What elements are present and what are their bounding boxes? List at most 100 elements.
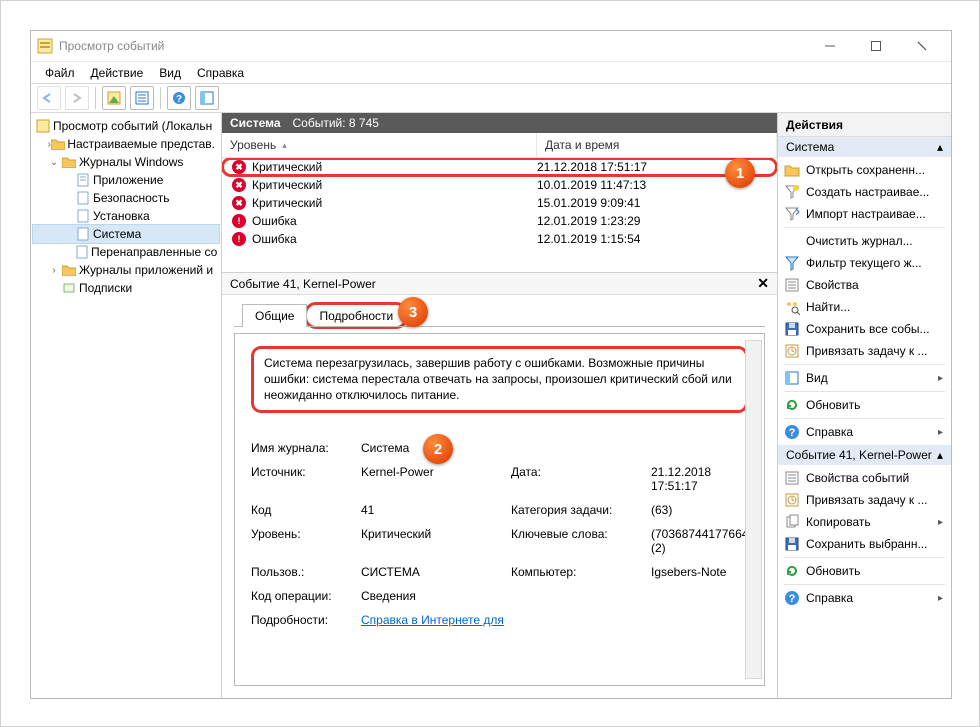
collapse-icon[interactable]: ⌄ — [47, 157, 61, 168]
maximize-button[interactable] — [853, 32, 899, 60]
event-columns[interactable]: Уровень▴ Дата и время — [222, 133, 777, 158]
folder-icon — [51, 136, 65, 152]
close-detail-button[interactable]: ✕ — [757, 275, 769, 292]
action-item[interactable]: Найти... — [778, 296, 951, 318]
tab-details[interactable]: Подробности — [306, 304, 406, 327]
submenu-icon: ▸ — [938, 593, 945, 604]
tree-setup[interactable]: Установка — [33, 207, 219, 225]
critical-icon: ✖ — [232, 160, 246, 174]
col-level[interactable]: Уровень▴ — [222, 133, 537, 157]
critical-icon: ✖ — [232, 196, 246, 210]
action-item[interactable]: Обновить — [778, 560, 951, 582]
menu-file[interactable]: Файл — [37, 64, 83, 82]
log-icon — [75, 190, 91, 206]
task-icon — [784, 343, 800, 359]
action-label: Свойства — [806, 278, 859, 292]
action-label: Привязать задачу к ... — [806, 344, 928, 358]
col-date[interactable]: Дата и время — [537, 133, 777, 157]
app-icon — [37, 38, 53, 54]
action-item[interactable]: ?Справка▸ — [778, 421, 951, 443]
folder-icon — [784, 162, 800, 178]
tab-general[interactable]: Общие — [242, 304, 307, 327]
event-row[interactable]: ✖Критический10.01.2019 11:47:13 — [222, 176, 777, 194]
action-label: Копировать — [806, 515, 871, 529]
kv-level-val: Критический — [361, 527, 511, 555]
props-icon — [784, 470, 800, 486]
menu-help[interactable]: Справка — [189, 64, 252, 82]
kv-keywords-val: (70368744177664),(2) — [651, 527, 756, 555]
event-row[interactable]: ✖Критический15.01.2019 9:09:41 — [222, 194, 777, 212]
find-icon — [784, 299, 800, 315]
action-item[interactable]: Привязать задачу к ... — [778, 489, 951, 511]
log-icon — [75, 226, 91, 242]
event-list[interactable]: 1 ✖Критический21.12.2018 17:51:17✖Критич… — [222, 158, 777, 272]
help-button[interactable]: ? — [167, 86, 191, 110]
back-button[interactable] — [37, 86, 61, 110]
tree-forwarded[interactable]: Перенаправленные со — [33, 243, 219, 261]
nav-tree[interactable]: Просмотр событий (Локальн › Настраиваемы… — [31, 113, 221, 698]
properties-button[interactable] — [130, 86, 154, 110]
preview-button[interactable] — [195, 86, 219, 110]
kv-taskcat-key: Категория задачи: — [511, 503, 651, 517]
action-label: Очистить журнал... — [806, 234, 913, 248]
tree-application[interactable]: Приложение — [33, 171, 219, 189]
tree-custom-views[interactable]: › Настраиваемые представ. — [33, 135, 219, 153]
online-help-link[interactable]: Справка в Интернете для — [361, 613, 504, 627]
actions-section-system[interactable]: Система▴ — [778, 137, 951, 157]
tree-system[interactable]: Система — [33, 225, 219, 243]
action-item[interactable]: Сохранить выбранн... — [778, 533, 951, 555]
action-item[interactable]: Свойства — [778, 274, 951, 296]
tree-root[interactable]: Просмотр событий (Локальн — [33, 117, 219, 135]
vertical-scrollbar[interactable] — [745, 340, 762, 679]
refresh-icon — [784, 563, 800, 579]
action-item[interactable]: ?Справка▸ — [778, 587, 951, 609]
event-row[interactable]: !Ошибка12.01.2019 1:23:29 — [222, 212, 777, 230]
event-date: 12.01.2019 1:15:54 — [537, 232, 777, 246]
menu-view[interactable]: Вид — [151, 64, 189, 82]
action-item[interactable]: Свойства событий — [778, 467, 951, 489]
event-row[interactable]: ✖Критический21.12.2018 17:51:17 — [222, 158, 777, 176]
action-item[interactable]: Импорт настраивае... — [778, 203, 951, 225]
action-item[interactable]: Очистить журнал... — [778, 230, 951, 252]
event-date: 12.01.2019 1:23:29 — [537, 214, 777, 228]
titlebar: Просмотр событий — [31, 31, 951, 61]
kv-code-val: 41 — [361, 503, 511, 517]
minimize-button[interactable] — [807, 32, 853, 60]
action-item[interactable]: Копировать▸ — [778, 511, 951, 533]
tree-windows-logs[interactable]: ⌄ Журналы Windows — [33, 153, 219, 171]
copy-icon — [784, 514, 800, 530]
action-item[interactable]: Сохранить все собы... — [778, 318, 951, 340]
action-label: Сохранить выбранн... — [806, 537, 927, 551]
action-item[interactable]: Привязать задачу к ... — [778, 340, 951, 362]
actions-section-event[interactable]: Событие 41, Kernel-Power▴ — [778, 445, 951, 465]
tree-app-services[interactable]: › Журналы приложений и — [33, 261, 219, 279]
events-count: Событий: 8 745 — [293, 116, 379, 130]
events-title: Система — [230, 116, 281, 130]
kv-taskcat-val: (63) — [651, 503, 756, 517]
event-level: Критический — [252, 178, 537, 192]
action-item[interactable]: Фильтр текущего ж... — [778, 252, 951, 274]
import-icon — [784, 206, 800, 222]
action-label: Привязать задачу к ... — [806, 493, 928, 507]
kv-user-key: Пользов.: — [251, 565, 361, 579]
forward-button[interactable] — [65, 86, 89, 110]
kv-code-key: Код — [251, 503, 361, 517]
funnel-icon — [784, 255, 800, 271]
action-item[interactable]: Открыть сохраненн... — [778, 159, 951, 181]
collapse-icon: ▴ — [937, 140, 943, 154]
event-row[interactable]: !Ошибка12.01.2019 1:15:54 — [222, 230, 777, 248]
tree-subscriptions[interactable]: Подписки — [33, 279, 219, 297]
close-button[interactable] — [899, 32, 945, 60]
view-icon — [784, 370, 800, 386]
action-item[interactable]: Обновить — [778, 394, 951, 416]
tree-security[interactable]: Безопасность — [33, 189, 219, 207]
event-message: Система перезагрузилась, завершив работу… — [251, 346, 748, 413]
show-tree-button[interactable] — [102, 86, 126, 110]
action-item[interactable]: Создать настраивае... — [778, 181, 951, 203]
kv-more-key: Подробности: — [251, 613, 361, 627]
expand-icon[interactable]: › — [47, 265, 61, 276]
kv-keywords-key: Ключевые слова: — [511, 527, 651, 555]
action-label: Свойства событий — [806, 471, 909, 485]
action-item[interactable]: Вид▸ — [778, 367, 951, 389]
menu-action[interactable]: Действие — [83, 64, 152, 82]
